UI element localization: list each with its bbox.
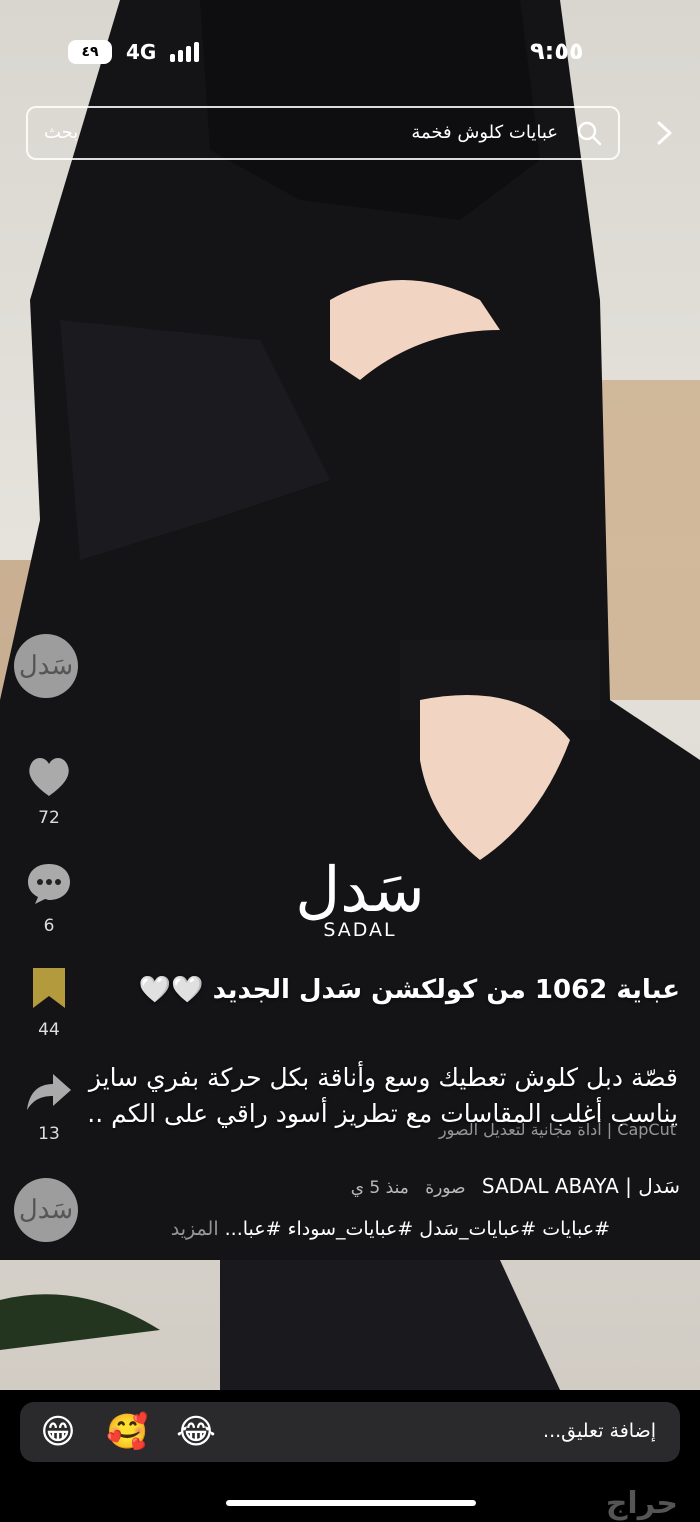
author-name[interactable]: سَدل | SADAL ABAYA [482,1174,680,1198]
brand-watermark: سَدل SADAL [290,853,430,942]
smiling-hearts-emoji-icon[interactable]: 🥰 [106,1412,148,1452]
post-meta: سَدل | SADAL ABAYA صورة منذ 5 ي [351,1174,680,1198]
search-input[interactable]: عبايات كلوش فخمة [411,122,558,143]
post-type: صورة [425,1178,466,1198]
author-avatar-bottom[interactable]: سَدل [14,1178,84,1242]
hashtags[interactable]: #عبايات #عبايات_سَدل #عبايات_سوداء #عبا.… [171,1218,610,1240]
clock: ٩:٥٥ [530,37,584,65]
save-count: 44 [38,1020,60,1040]
back-chevron-icon[interactable] [650,118,680,148]
like-count: 72 [38,808,60,828]
comment-bubble-icon [28,864,70,904]
comment-count: 6 [43,916,55,936]
signal-icon [170,42,204,62]
more-link[interactable]: المزيد [171,1218,219,1240]
hashtag-list[interactable]: #عبايات #عبايات_سَدل #عبايات_سوداء #عبا.… [225,1218,610,1240]
battery-icon: ٤٩ [68,40,112,64]
post-age: منذ 5 ي [350,1178,409,1198]
watermark-arabic: سَدل [295,853,425,926]
search-bar[interactable]: بحث عبايات كلوش فخمة [26,106,620,160]
avatar: سَدل [14,634,78,698]
author-avatar-top[interactable]: سَدل [14,634,84,698]
network-indicator: 4G [126,40,157,64]
search-icon [577,121,602,146]
post-title: عباية 1062 من كولكشن سَدل الجديد 🤍🤍 [138,975,680,1005]
laugh-emoji-icon[interactable]: 😂 [176,1412,216,1452]
status-bar: ٤٩ 4G ٩:٥٥ [0,0,700,100]
search-button[interactable]: بحث [44,122,78,143]
comment-action[interactable]: 6 [14,862,84,936]
heart-icon [29,758,69,796]
post-caption: عباية 1062 من كولكشن سَدل الجديد 🤍🤍 [40,975,680,1005]
haraj-logo: حراج [605,1486,678,1521]
grin-emoji-icon[interactable]: 😁 [38,1412,78,1452]
home-indicator[interactable] [226,1500,476,1506]
avatar: سَدل [14,1178,78,1242]
comment-field[interactable]: 😁 🥰 😂 إضافة تعليق... [20,1402,680,1462]
comment-placeholder[interactable]: إضافة تعليق... [543,1420,656,1442]
capcut-label: CapCut | أداة مجانية لتعديل الصور [438,1120,676,1139]
like-action[interactable]: 72 [14,754,84,828]
